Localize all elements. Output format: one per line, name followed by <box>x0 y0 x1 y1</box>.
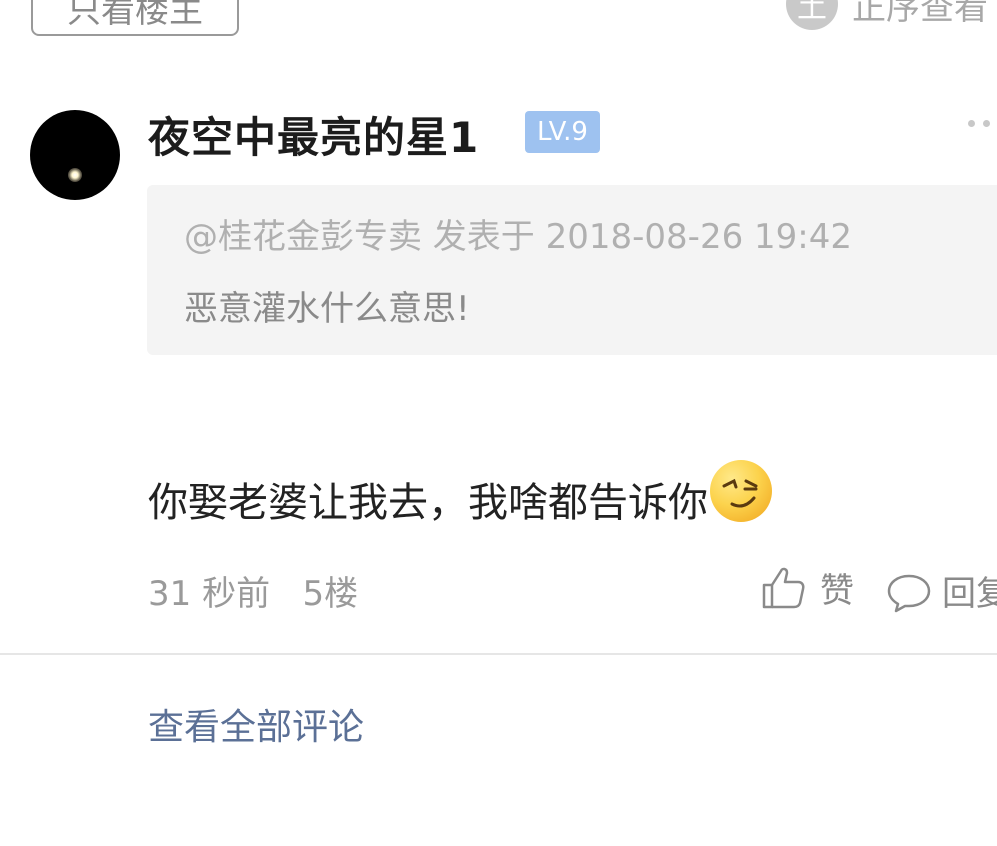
username[interactable]: 夜空中最亮的星1 <box>148 104 479 165</box>
sort-icon: 土 <box>786 0 838 30</box>
quoted-reply[interactable]: @桂花金彭专卖 发表于 2018-08-26 19:42 恶意灌水什么意思! <box>147 185 997 355</box>
comment-bubble-icon <box>887 574 931 612</box>
divider <box>0 653 997 655</box>
quote-text: 恶意灌水什么意思! <box>184 289 470 329</box>
only-op-label: 只看楼主 <box>67 0 203 31</box>
thumbs-up-icon <box>762 567 805 608</box>
reply-label: 回复 <box>942 574 997 614</box>
level-badge: LV.9 <box>525 111 600 153</box>
smirk-emoji-icon <box>710 460 772 522</box>
like-button[interactable]: 赞 <box>760 563 854 612</box>
floor-number: 5楼 <box>302 574 359 614</box>
post-body: 你娶老婆让我去，我啥都告诉你 <box>148 460 772 528</box>
post-meta: 31 秒前 5楼 <box>148 566 358 615</box>
star-glow <box>68 168 82 182</box>
like-label: 赞 <box>820 571 854 611</box>
order-label: 正序查看 <box>852 0 988 28</box>
quote-header: @桂花金彭专卖 发表于 2018-08-26 19:42 <box>184 217 852 257</box>
post-text: 你娶老婆让我去，我啥都告诉你 <box>148 480 708 526</box>
avatar[interactable] <box>30 110 120 200</box>
reply-button[interactable]: 回复 <box>886 566 997 615</box>
order-toggle[interactable]: 土 正序查看 <box>786 0 988 30</box>
post-time: 31 秒前 <box>148 574 271 614</box>
view-all-comments-link[interactable]: 查看全部评论 <box>148 698 364 750</box>
more-options-icon[interactable] <box>968 120 997 127</box>
only-op-button[interactable]: 只看楼主 <box>31 0 239 36</box>
